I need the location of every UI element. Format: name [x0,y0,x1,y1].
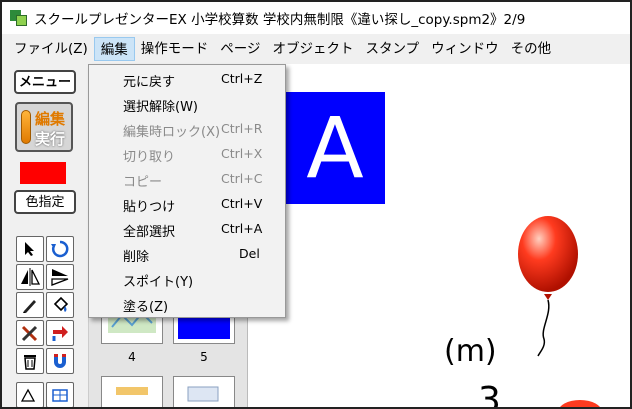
edit-dropdown-menu: 元に戻す Ctrl+Z 選択解除(W) 編集時ロック(X) Ctrl+R 切り取… [88,64,286,318]
grid-icon[interactable] [46,382,74,407]
slide-canvas[interactable]: A (m) 3 [248,64,630,409]
menu-operation-mode[interactable]: 操作モード [135,37,215,61]
fill-bucket-icon[interactable] [46,292,74,318]
trash-icon[interactable] [16,348,44,374]
menu-stamp[interactable]: スタンプ [360,37,426,61]
page-thumbnail[interactable] [173,376,235,407]
menu-bar: ファイル(Z) 編集 操作モード ページ オブジェクト スタンプ ウィンドウ そ… [2,34,630,64]
menu-item-eyedropper[interactable]: スポイト(Y) [89,268,285,293]
page-number: 4 [128,350,136,364]
menu-item-cut: 切り取り Ctrl+X [123,146,263,165]
mode-toggle-button[interactable]: 編集 実行 [15,102,73,152]
menu-item-deselect[interactable]: 選択解除(W) [89,93,285,118]
mode-indicator-icon [21,110,31,144]
unit-label: (m) [444,334,497,369]
shapes-icon[interactable] [16,382,44,407]
page-thumbnail[interactable] [101,376,163,407]
rotate-icon[interactable] [46,236,74,262]
mode-run-label: 実行 [35,130,66,148]
mode-edit-label: 編集 [35,110,66,128]
current-color-swatch[interactable] [20,162,66,184]
magnet-icon[interactable] [46,348,74,374]
app-icon [10,10,28,26]
left-tool-panel: メニュー 編集 実行 色指定 [2,64,88,407]
number-label: 3 [478,380,501,409]
menu-edit[interactable]: 編集 [93,37,135,61]
app-window: スクールプレゼンターEX 小学校算数 学校内無制限《違い探し_copy.spm2… [0,0,632,409]
window-title: スクールプレゼンターEX 小学校算数 学校内無制限《違い探し_copy.spm2… [34,12,526,28]
flip-vertical-icon[interactable] [46,264,74,290]
menu-item-delete[interactable]: 削除 Del [89,243,285,268]
menu-other[interactable]: その他 [505,37,558,61]
menu-file[interactable]: ファイル(Z) [8,37,94,61]
flip-horizontal-icon[interactable] [16,264,44,290]
undo-arrows-icon[interactable] [46,320,74,346]
balloon-image[interactable] [510,214,590,364]
title-bar: スクールプレゼンターEX 小学校算数 学校内無制限《違い探し_copy.spm2… [2,2,630,34]
menu-item-select-all[interactable]: 全部選択 Ctrl+A [89,218,285,243]
menu-item-copy: コピー Ctrl+C [123,171,263,190]
pen-icon[interactable] [16,292,44,318]
letter-card[interactable]: A [285,92,385,204]
card-letter: A [306,99,364,197]
menu-object[interactable]: オブジェクト [267,37,360,61]
page-number: 5 [200,350,208,364]
balloon-image-partial[interactable] [550,394,610,409]
main-menu-button[interactable]: メニュー [14,70,76,94]
select-arrow-icon[interactable] [16,236,44,262]
menu-window[interactable]: ウィンドウ [425,37,505,61]
menu-item-fill[interactable]: 塗る(Z) [89,293,285,318]
tools-icon[interactable] [16,320,44,346]
menu-page[interactable]: ページ [214,37,266,61]
menu-item-undo[interactable]: 元に戻す Ctrl+Z [89,68,285,93]
color-picker-button[interactable]: 色指定 [14,190,76,214]
menu-item-paste[interactable]: 貼りつけ Ctrl+V [89,193,285,218]
menu-item-edit-lock: 編集時ロック(X) Ctrl+R [123,121,263,140]
